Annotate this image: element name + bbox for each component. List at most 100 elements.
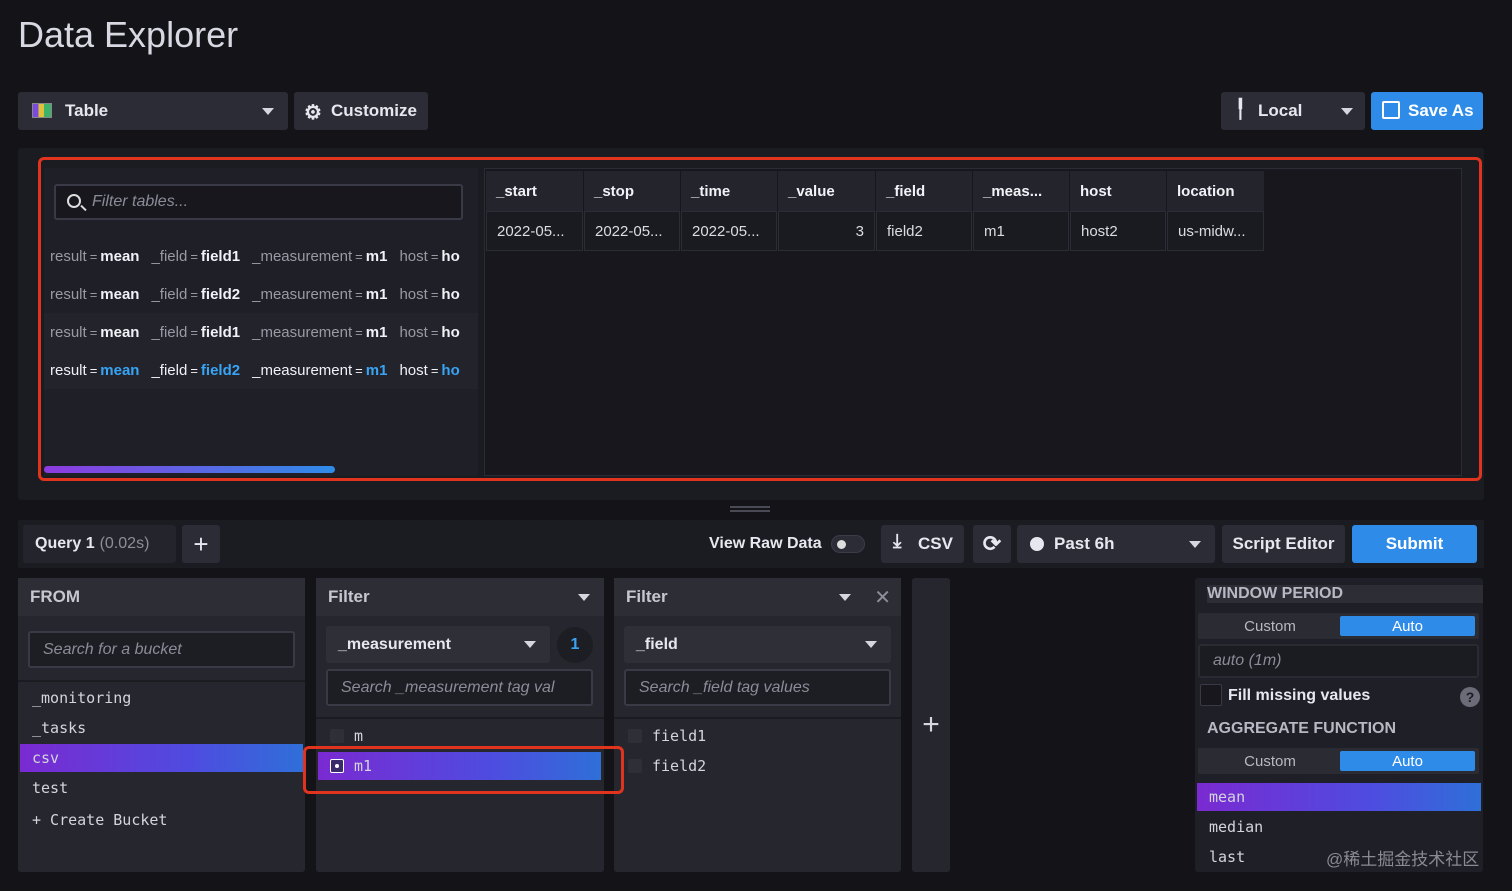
tag-value-label: field2 (652, 757, 707, 775)
measurement-search-placeholder: Search _measurement tag val (341, 678, 555, 696)
toggle-knob (837, 540, 846, 549)
filter1-title-label: Filter (328, 587, 370, 606)
help-icon[interactable]: ? (1460, 687, 1480, 707)
pin-icon: ╿ (1235, 99, 1246, 119)
window-period-title: WINDOW PERIOD (1207, 585, 1483, 603)
bucket-item[interactable]: _tasks (20, 714, 303, 742)
window-auto-option[interactable]: Auto (1340, 616, 1475, 636)
filter2-title[interactable]: Filter ✕ (614, 578, 901, 616)
aggregate-function-title: AGGREGATE FUNCTION (1207, 720, 1397, 737)
filter2-title-label: Filter (626, 587, 668, 606)
bucket-search-input[interactable]: Search for a bucket (28, 631, 295, 668)
chevron-down-icon (1341, 108, 1353, 115)
aggregate-card: WINDOW PERIOD Custom Auto auto (1m) Fill… (1195, 578, 1483, 872)
save-as-button[interactable]: Save As (1371, 92, 1483, 130)
checkbox[interactable] (628, 729, 642, 743)
customize-label: Customize (331, 101, 417, 120)
save-as-label: Save As (1408, 101, 1474, 120)
measurement-search-input[interactable]: Search _measurement tag val (326, 669, 593, 706)
measurement-key-label: _measurement (338, 635, 451, 653)
window-period-value: auto (1m) (1213, 652, 1282, 669)
function-custom-option[interactable]: Custom (1201, 751, 1339, 771)
checkbox[interactable] (628, 759, 642, 773)
close-icon[interactable]: ✕ (874, 585, 891, 610)
create-bucket-link[interactable]: + Create Bucket (20, 806, 303, 834)
query-name: Query 1 (35, 535, 95, 552)
page-title: Data Explorer (18, 14, 239, 55)
query-time: (0.02s) (99, 535, 150, 552)
filter-card-field: Filter ✕ _field Search _field tag values… (614, 578, 901, 872)
chevron-down-icon (524, 641, 536, 648)
bucket-item[interactable]: _monitoring (20, 684, 303, 712)
add-filter-button[interactable]: + (912, 578, 950, 872)
submit-button[interactable]: Submit (1352, 525, 1477, 563)
from-title: FROM (18, 578, 305, 616)
chevron-down-icon (839, 594, 851, 601)
highlight-box-m1 (303, 746, 624, 794)
measurement-key-dropdown[interactable]: _measurement (326, 626, 550, 663)
table-icon (32, 103, 52, 118)
window-period-input[interactable]: auto (1m) (1198, 644, 1479, 678)
chevron-down-icon (578, 594, 590, 601)
window-auto-label: Auto (1392, 617, 1423, 635)
query-tab[interactable]: Query 1 (0.02s) (23, 525, 176, 563)
timezone-label: Local (1258, 101, 1303, 120)
chevron-down-icon (865, 641, 877, 648)
resize-handle[interactable] (730, 506, 770, 512)
field-key-label: _field (636, 635, 678, 653)
time-range-label: Past 6h (1054, 534, 1115, 553)
time-range-dropdown[interactable]: Past 6h (1017, 525, 1215, 563)
window-mode-toggle: Custom Auto (1198, 613, 1479, 639)
tag-value-item[interactable]: field1 (616, 722, 899, 750)
from-card: FROM Search for a bucket _monitoring _tas… (18, 578, 305, 872)
csv-label: CSV (918, 534, 953, 553)
bucket-search-placeholder: Search for a bucket (43, 640, 182, 658)
gear-icon: ⚙ (304, 102, 322, 124)
function-auto-label: Auto (1392, 752, 1423, 770)
aggregate-function-item[interactable]: mean (1197, 783, 1481, 811)
field-search-placeholder: Search _field tag values (639, 678, 810, 696)
script-editor-label: Script Editor (1232, 534, 1335, 553)
refresh-button[interactable]: ⟳ (973, 525, 1011, 563)
customize-button[interactable]: ⚙ Customize (294, 92, 428, 130)
filter1-title[interactable]: Filter (316, 578, 604, 616)
tag-value-label: field1 (652, 727, 707, 745)
field-search-input[interactable]: Search _field tag values (624, 669, 891, 706)
field-key-dropdown[interactable]: _field (624, 626, 891, 663)
tag-value-label: m (354, 727, 364, 745)
bucket-item[interactable]: csv (20, 744, 303, 772)
window-custom-label: Custom (1244, 617, 1296, 635)
chevron-down-icon (1189, 541, 1201, 548)
script-editor-button[interactable]: Script Editor (1222, 525, 1345, 563)
bucket-item[interactable]: test (20, 774, 303, 802)
from-divider (18, 680, 305, 682)
clock-icon (1030, 537, 1044, 551)
checkbox[interactable] (330, 729, 344, 743)
refresh-icon: ⟳ (982, 531, 1002, 556)
selected-count-badge: 1 (557, 627, 593, 663)
view-raw-data-label: View Raw Data (709, 535, 822, 552)
fill-missing-checkbox[interactable] (1200, 684, 1222, 706)
download-icon: ⤓ (893, 531, 902, 552)
function-custom-label: Custom (1244, 752, 1296, 770)
filter2-divider (614, 717, 901, 719)
highlight-box-tables (38, 157, 1482, 481)
filter1-divider (316, 717, 604, 719)
csv-download-button[interactable]: ⤓ CSV (881, 525, 964, 563)
tag-value-item[interactable]: field2 (616, 752, 899, 780)
watermark: @稀土掘金技术社区 (1326, 850, 1480, 869)
view-type-label: Table (65, 101, 109, 120)
function-mode-toggle: Custom Auto (1198, 748, 1479, 774)
filter-card-measurement: Filter _measurement 1 Search _measuremen… (316, 578, 604, 872)
view-raw-toggle[interactable] (831, 535, 865, 553)
chevron-down-icon (262, 108, 274, 115)
submit-label: Submit (1385, 534, 1444, 553)
view-type-dropdown[interactable]: Table (18, 92, 288, 130)
add-query-button[interactable]: + (182, 525, 220, 563)
window-custom-option[interactable]: Custom (1201, 616, 1339, 636)
fill-missing-label: Fill missing values (1228, 687, 1371, 704)
aggregate-function-item[interactable]: median (1197, 813, 1481, 841)
export-icon (1382, 101, 1400, 119)
function-auto-option[interactable]: Auto (1340, 751, 1475, 771)
timezone-dropdown[interactable]: ╿ Local (1221, 92, 1365, 130)
